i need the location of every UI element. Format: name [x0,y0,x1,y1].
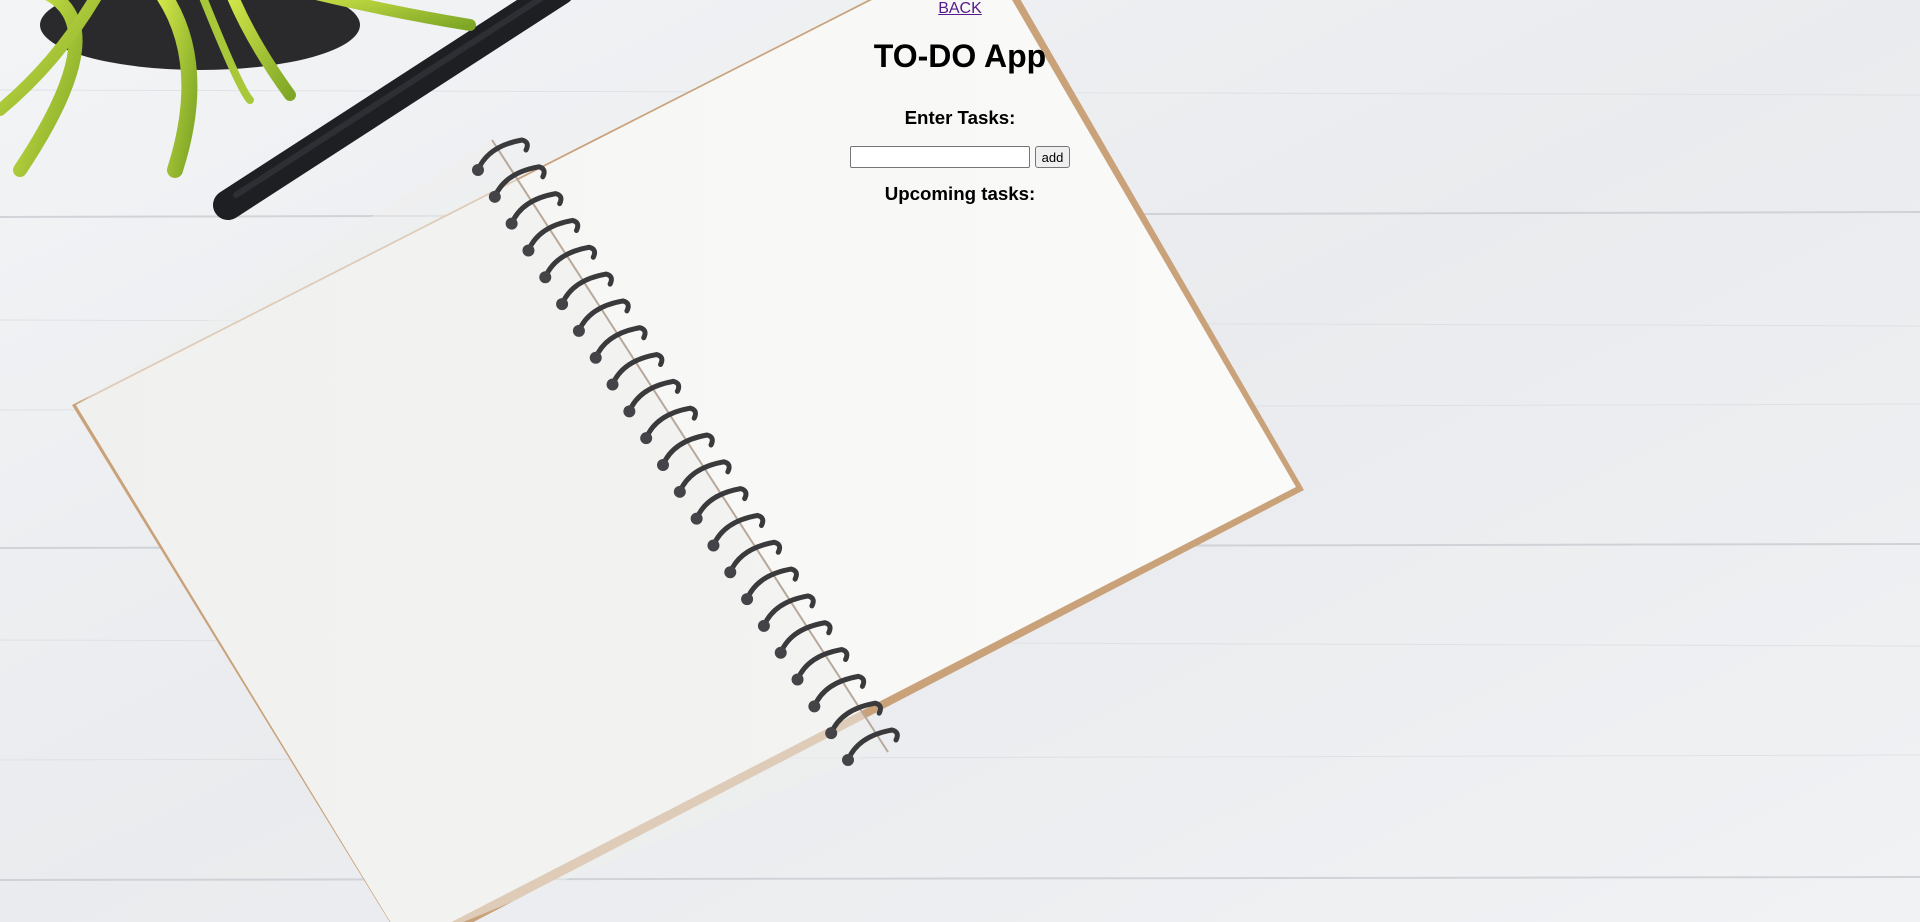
spiral-hole [724,566,737,579]
spiral-hole [741,593,754,606]
task-entry-row: add [0,145,1920,169]
spiral-hole [808,700,821,713]
task-input[interactable] [849,146,1030,168]
back-link[interactable]: BACK [938,0,982,18]
spiral-hole [657,459,669,471]
spiral-hole [673,485,686,498]
spiral-hole [774,646,787,659]
spiral-hole [690,512,703,525]
enter-tasks-heading: Enter Tasks: [904,107,1016,128]
spiral-hole [522,244,535,257]
spiral-hole [707,539,720,552]
add-button[interactable]: add [1034,146,1071,168]
spiral-hole [606,378,619,391]
spiral-hole [505,217,518,230]
spiral-hole [842,754,854,766]
spiral-hole [640,432,653,445]
spiral-hole [791,673,804,686]
spiral-hole [623,405,636,418]
spiral-hole [589,351,602,364]
upcoming-tasks-heading: Upcoming tasks: [884,183,1036,204]
spiral-hole [757,619,770,632]
spiral-hole [539,271,552,284]
page-title: TO-DO App [873,38,1047,74]
spiral-hole [572,324,585,337]
spiral-hole [825,727,838,740]
todo-app: BACK TO-DO App Enter Tasks: add Upcoming… [0,0,1920,211]
spiral-hole [556,298,569,311]
